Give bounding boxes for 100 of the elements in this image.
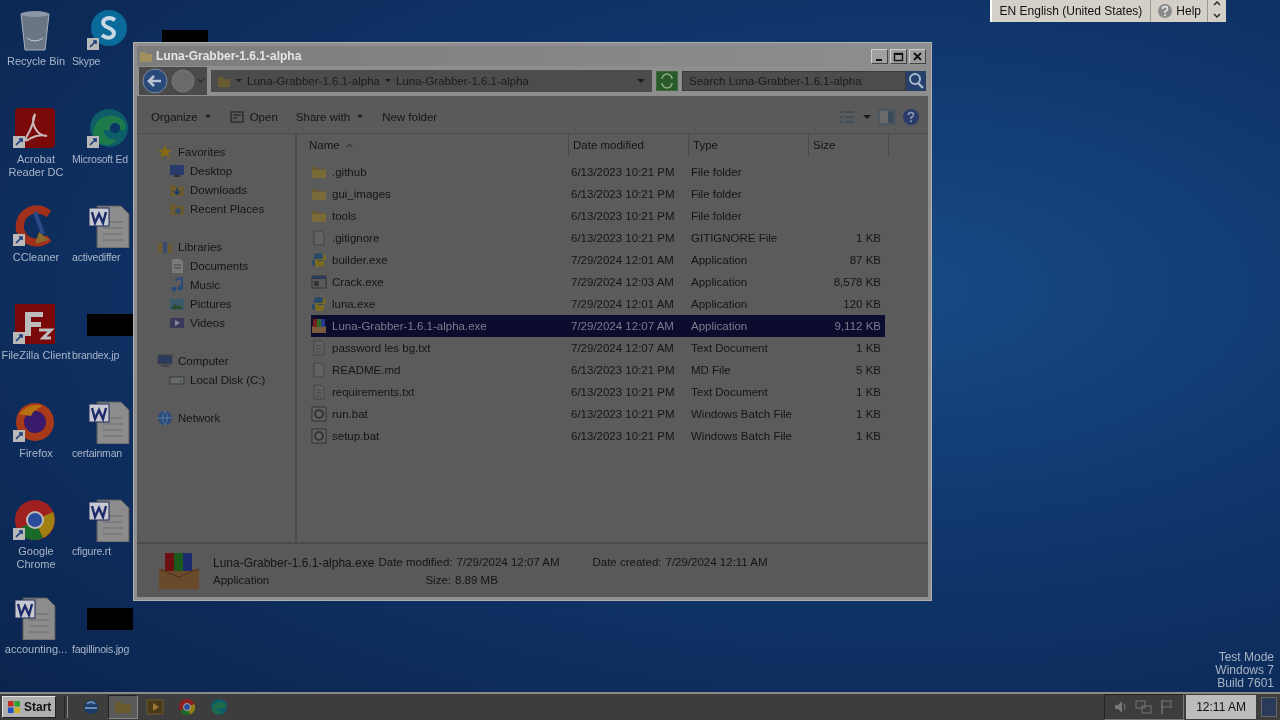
folder-icon xyxy=(139,49,153,63)
date-cell-text: 6/13/2023 10:21 PM xyxy=(571,408,676,420)
desktop-icon-label[interactable]: FileZilla Client xyxy=(0,349,72,362)
search-icon[interactable] xyxy=(906,71,926,91)
watermark-text: Windows 7 xyxy=(1215,664,1274,677)
file-name: .gitignore xyxy=(332,232,380,244)
folder-icon xyxy=(311,164,327,180)
desktop-icon-label[interactable]: faqillinois.jpg xyxy=(72,643,130,656)
date-cell-text: 7/29/2024 12:01 AM xyxy=(571,298,675,310)
type-cell-text: GITIGNORE File xyxy=(691,232,779,244)
text-file-icon xyxy=(311,340,327,356)
help-button[interactable]: Help xyxy=(1151,0,1208,22)
date-cell-text: 6/13/2023 10:21 PM xyxy=(571,232,676,244)
minimize-button[interactable] xyxy=(871,48,888,64)
word-document-icon[interactable] xyxy=(87,400,133,444)
caret-icon xyxy=(356,112,365,121)
media-player-icon xyxy=(146,698,165,716)
toolbar-button[interactable]: Open xyxy=(223,106,284,127)
caret-icon[interactable] xyxy=(862,112,872,121)
size-cell-text: 1 KB xyxy=(855,430,881,442)
application-icon xyxy=(311,274,327,290)
menu-button[interactable]: Organize xyxy=(145,107,218,126)
start-button[interactable]: Start xyxy=(2,696,57,718)
nav-item[interactable]: Downloads xyxy=(137,180,295,199)
column-header[interactable]: Date modified xyxy=(569,134,689,156)
type-cell-text: Application xyxy=(691,320,749,332)
language-indicator[interactable]: EN English (United States) xyxy=(991,0,1152,22)
taskbar-button[interactable] xyxy=(108,695,139,719)
column-header[interactable]: Type xyxy=(689,134,809,156)
nav-item[interactable]: Computer xyxy=(137,351,295,370)
maximize-button[interactable] xyxy=(890,48,907,64)
size-cell-text: 1 KB xyxy=(855,342,881,354)
file-row[interactable]: .gitignore 6/13/2023 10:21 PM GITIGNORE File 1 KB xyxy=(311,227,885,249)
language-bar[interactable]: EN English (United States) Help xyxy=(989,0,1226,22)
column-header[interactable]: Name xyxy=(301,134,569,156)
file-row[interactable]: run.bat 6/13/2023 10:21 PM Windows Batch File 1 KB xyxy=(311,403,885,425)
file-row[interactable]: Luna-Grabber-1.6.1-alpha.exe 7/29/2024 12:07 AM Application 9,112 KB xyxy=(311,315,885,337)
date-cell-text: 7/29/2024 12:01 AM xyxy=(571,254,675,266)
file-name: Luna-Grabber-1.6.1-alpha.exe xyxy=(332,320,487,332)
window-icon xyxy=(229,109,244,124)
nav-item[interactable]: Documents xyxy=(137,256,295,275)
nav-item[interactable]: Favorites xyxy=(137,142,295,161)
globe-icon xyxy=(157,409,173,426)
file-row[interactable]: luna.exe 7/29/2024 12:01 AM Application 120 KB xyxy=(311,293,885,315)
folder-icon xyxy=(311,186,327,202)
file-row[interactable]: builder.exe 7/29/2024 12:01 AM Application 87 KB xyxy=(311,249,885,271)
file-row[interactable]: password les bg.txt 7/29/2024 12:07 AM Text Document 1 KB xyxy=(311,337,885,359)
desktop-icon-label[interactable]: Microsoft Ed xyxy=(72,153,128,166)
desktop-icon-label[interactable]: brandex.jp xyxy=(72,349,120,362)
close-button[interactable] xyxy=(909,48,926,64)
word-document-icon[interactable] xyxy=(87,204,133,248)
file-row[interactable]: .github 6/13/2023 10:21 PM File folder xyxy=(311,161,885,183)
date-cell-text: 7/29/2024 12:07 AM xyxy=(571,342,675,354)
file-name: README.md xyxy=(332,364,401,376)
file-row[interactable]: README.md 6/13/2023 10:21 PM MD File 5 KB xyxy=(311,359,885,381)
desktop-icon-label[interactable]: cfigure.rt xyxy=(72,545,111,558)
desktop-icon-label[interactable]: accounting... xyxy=(0,643,72,656)
date-cell-text: 6/13/2023 10:21 PM xyxy=(571,166,676,178)
refresh-button[interactable] xyxy=(656,71,678,91)
type-cell-text: File folder xyxy=(691,188,743,200)
nav-item[interactable]: Videos xyxy=(137,313,295,332)
desktop-icon-label[interactable]: activediffer xyxy=(72,251,121,264)
file-name: run.bat xyxy=(332,408,368,420)
archive-icon xyxy=(311,318,327,334)
file-name: gui_images xyxy=(332,188,391,200)
field-label: Date created: xyxy=(592,555,662,568)
nav-item[interactable]: Pictures xyxy=(137,294,295,313)
desktop-icon-label[interactable]: Google Chrome xyxy=(0,545,72,571)
column-header[interactable]: Size xyxy=(809,134,889,156)
nav-item[interactable]: Music xyxy=(137,275,295,294)
nav-item[interactable]: Network xyxy=(137,408,295,427)
window-title: Luna-Grabber-1.6.1-alpha xyxy=(156,49,303,63)
desktop-icon-label[interactable]: CCleaner xyxy=(0,251,72,264)
toolbar-button[interactable]: New folder xyxy=(376,107,444,126)
word-document-icon[interactable] xyxy=(13,596,59,640)
field-label: Date modified: xyxy=(378,555,453,568)
back-button[interactable] xyxy=(141,67,169,95)
nav-item[interactable]: Local Disk (C:) xyxy=(137,370,295,389)
file-row[interactable]: Crack.exe 7/29/2024 12:03 AM Application 8,578 KB xyxy=(311,271,885,293)
desktop-icon-label[interactable]: Firefox xyxy=(0,447,72,460)
file-row[interactable]: setup.bat 6/13/2023 10:21 PM Windows Batch File 1 KB xyxy=(311,425,885,447)
desktop-icon-label[interactable]: Acrobat Reader DC xyxy=(0,153,72,179)
size-cell-text: 87 KB xyxy=(848,254,881,266)
menu-button[interactable]: Share with xyxy=(289,107,371,126)
type-cell-text: Text Document xyxy=(691,342,769,354)
clock[interactable]: 12:11 AM xyxy=(1186,695,1256,719)
nav-item[interactable]: Libraries xyxy=(137,237,295,256)
file-row[interactable]: gui_images 6/13/2023 10:21 PM File folder xyxy=(311,183,885,205)
type-cell-text: File folder xyxy=(691,210,743,222)
file-row[interactable]: requirements.txt 6/13/2023 10:21 PM Text Document 1 KB xyxy=(311,381,885,403)
file-name: .github xyxy=(332,166,367,178)
star-icon xyxy=(157,143,173,160)
nav-item[interactable]: Desktop xyxy=(137,161,295,180)
desktop-icon-label[interactable]: Recycle Bin xyxy=(0,55,72,68)
nav-item[interactable]: Recent Places xyxy=(137,199,295,218)
word-document-icon[interactable] xyxy=(87,498,133,542)
desktop-icon-label[interactable]: Skype xyxy=(72,55,101,68)
file-row[interactable]: tools 6/13/2023 10:21 PM File folder xyxy=(311,205,885,227)
desktop-icon-label[interactable]: certainman xyxy=(72,447,122,460)
help-icon[interactable] xyxy=(902,107,920,126)
